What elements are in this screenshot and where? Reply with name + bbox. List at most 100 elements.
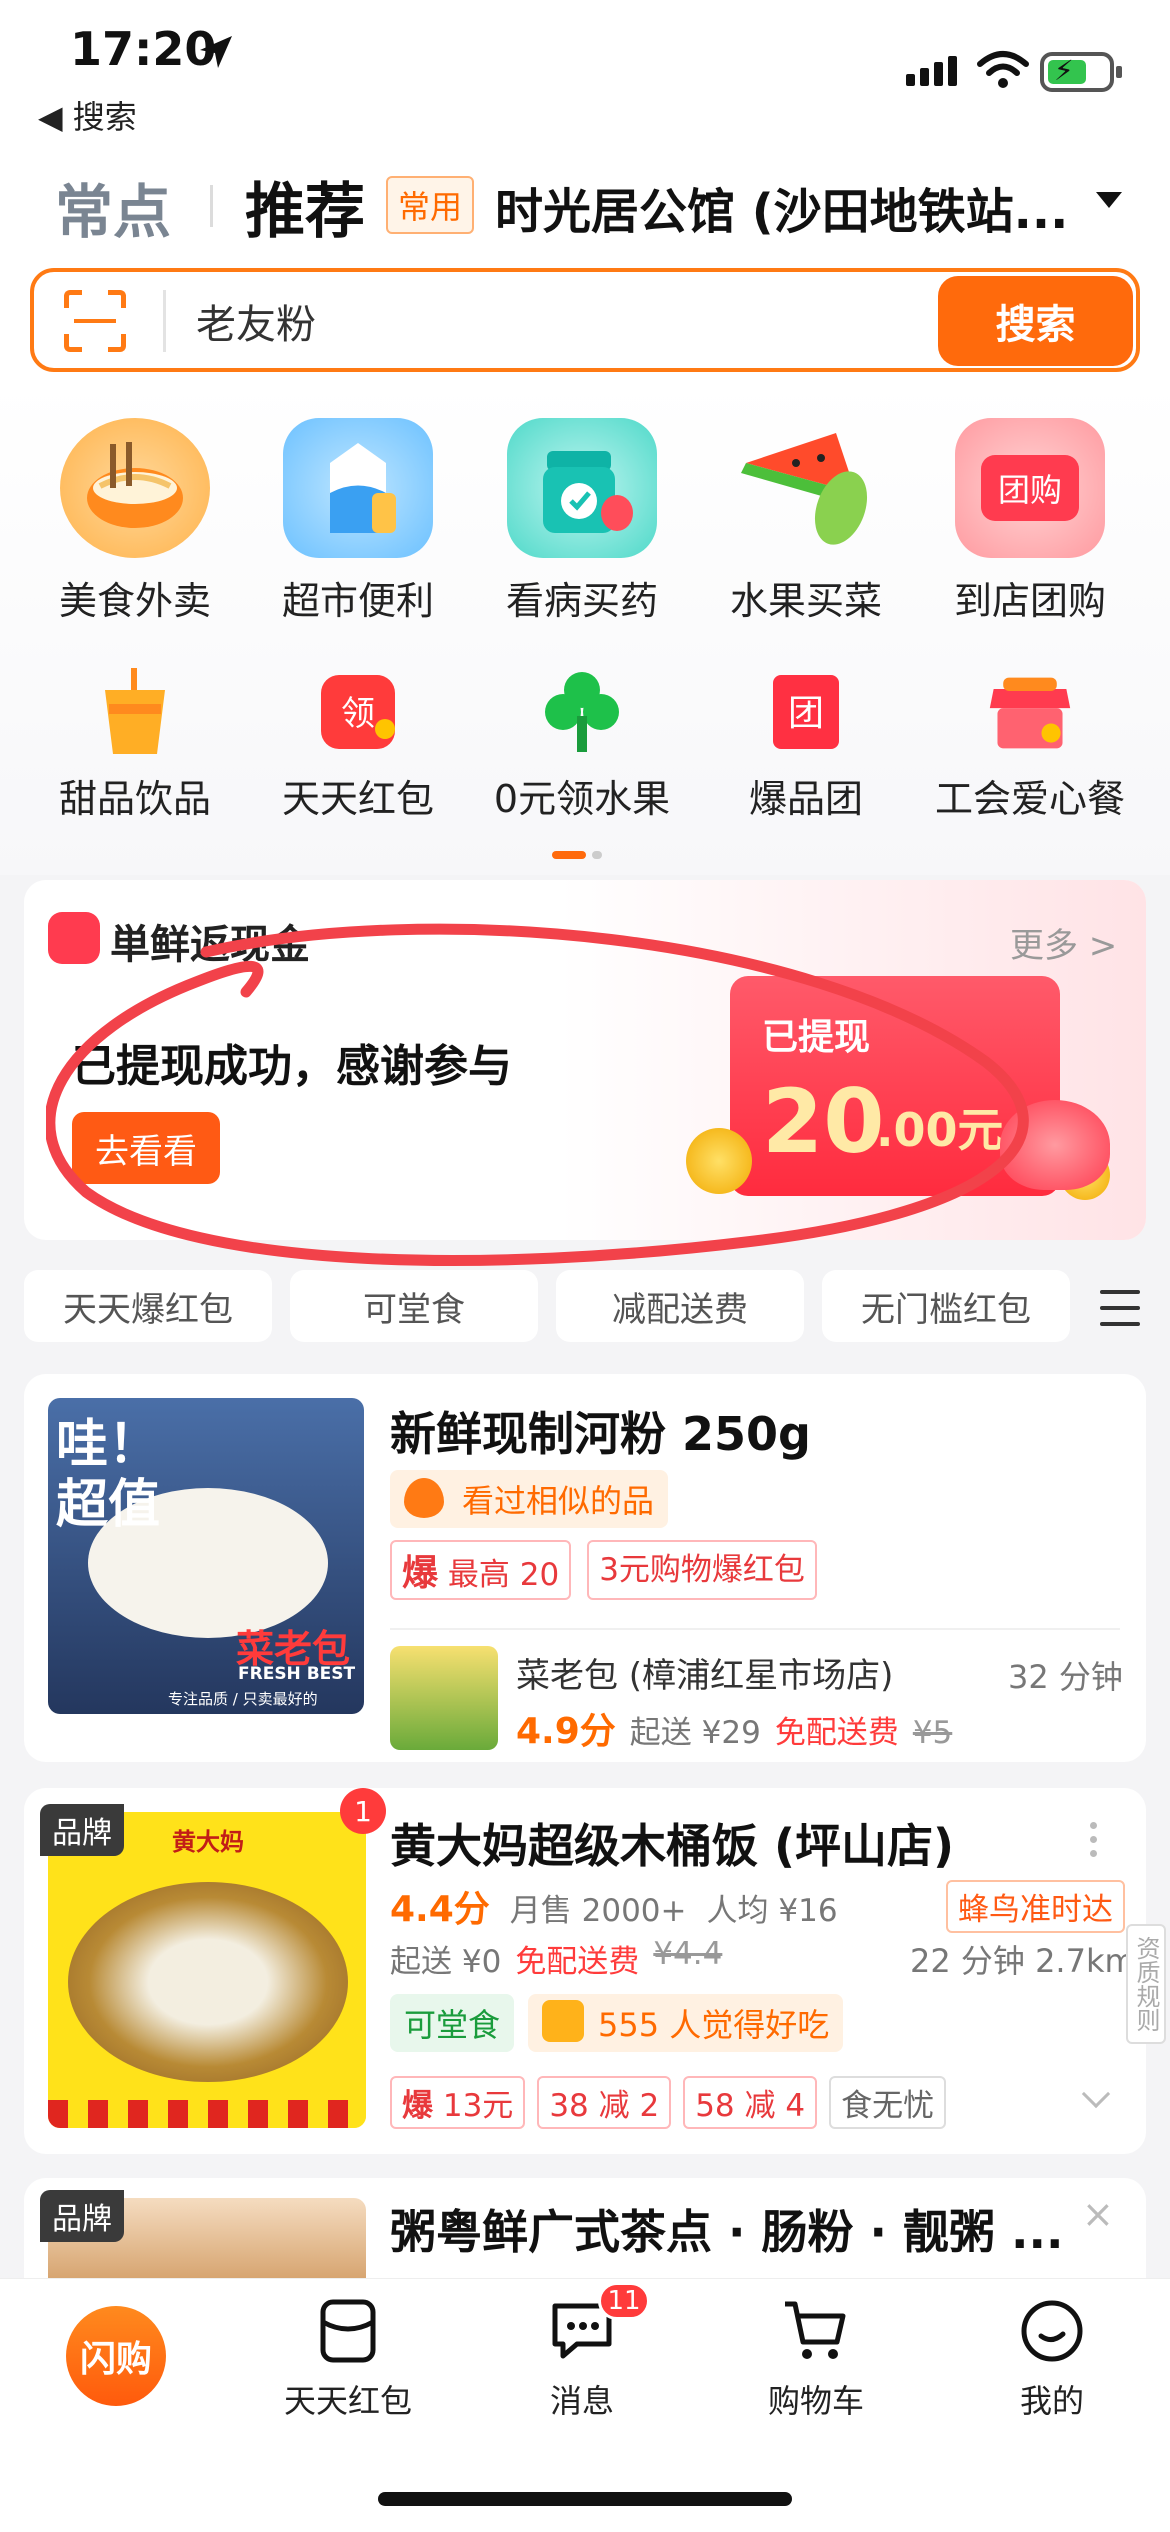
old-fee: ¥5 xyxy=(912,1715,953,1751)
delivery-address[interactable]: 时光居公馆 (沙田地铁站... xyxy=(495,172,1075,242)
chip[interactable]: 无门槛红包 xyxy=(822,1270,1070,1342)
category-union-meal[interactable]: 工会爱心餐 xyxy=(920,668,1140,823)
category-free-fruit[interactable]: 0元领水果 xyxy=(472,668,692,823)
category-group-buy[interactable]: 团购 到店团购 xyxy=(920,418,1140,625)
similar-text: 看过相似的品 xyxy=(462,1482,655,1520)
svg-text:团购: 团购 xyxy=(998,471,1062,509)
search-button[interactable]: 搜索 xyxy=(938,276,1133,366)
product-promos: 爆 最高 20 3元购物爆红包 xyxy=(390,1540,817,1600)
thumb-fresh: FRESH BEST xyxy=(238,1664,356,1684)
category-label: 超市便利 xyxy=(281,579,434,623)
nav-home[interactable]: 闪购 xyxy=(36,2296,196,2406)
category-label: 甜品饮品 xyxy=(58,777,211,821)
likes-badge: 555 人觉得好吃 xyxy=(528,1994,844,2052)
category-label: 美食外卖 xyxy=(58,579,211,623)
category-label: 水果买菜 xyxy=(729,579,882,623)
svg-text:团: 团 xyxy=(788,693,824,734)
category-fruit-vegetable[interactable]: 水果买菜 xyxy=(696,418,916,625)
store-logo xyxy=(390,1646,498,1750)
search-divider xyxy=(163,290,166,352)
category-hot-group[interactable]: 团 爆品团 xyxy=(696,668,916,823)
qualification-rules-tab[interactable]: 资质规则 xyxy=(1126,1924,1166,2044)
burst-tag: 爆 13元 xyxy=(390,2076,526,2129)
group-buy-ticket-icon: 团购 xyxy=(955,418,1105,558)
category-label: 天天红包 xyxy=(281,777,434,821)
restaurant-highlights: 可堂食 555 人觉得好吃 xyxy=(390,1994,844,2052)
promo-tag: 食无忧 xyxy=(829,2076,947,2129)
category-food-delivery[interactable]: 美食外卖 xyxy=(25,418,245,625)
chevron-down-icon[interactable] xyxy=(1096,192,1122,208)
annotation-circle xyxy=(46,923,1029,1266)
thumb-slogan: 专注品质 / 只卖最好的 xyxy=(168,1690,318,1708)
location-arrow-icon xyxy=(200,36,232,68)
more-vert-icon[interactable] xyxy=(1090,1822,1098,1857)
promo-tag: 58 减 4 xyxy=(683,2076,818,2129)
noodle-bowl-icon xyxy=(60,418,210,558)
free-delivery: 免配送费 xyxy=(515,1944,640,1980)
store-time: 32 分钟 xyxy=(1008,1658,1123,1696)
tab-common[interactable]: 常点 xyxy=(55,165,171,249)
burst-label: 爆 xyxy=(402,2088,433,2124)
store-meta: 4.9分 起送 ¥29 免配送费 ¥5 xyxy=(516,1702,952,1754)
category-label: 到店团购 xyxy=(953,579,1106,623)
scan-icon[interactable] xyxy=(64,290,126,352)
category-medicine[interactable]: 看病买药 xyxy=(472,418,692,625)
nav-label: 天天红包 xyxy=(283,2382,412,2420)
product-thumbnail: 哇！ 超值 菜老包 FRESH BEST 专注品质 / 只卖最好的 xyxy=(48,1398,364,1714)
card-divider xyxy=(390,1628,1120,1630)
tab-recommend[interactable]: 推荐 xyxy=(245,163,365,250)
drink-cup-icon xyxy=(91,668,179,756)
category-dessert-drinks[interactable]: 甜品饮品 xyxy=(25,668,245,823)
chip[interactable]: 可堂食 xyxy=(290,1270,538,1342)
nav-hongbao[interactable]: 天天红包 xyxy=(268,2296,428,2422)
burst-tag: 爆 最高 20 xyxy=(390,1540,572,1600)
restaurant-name: 粥粤鲜广式茶点 · 肠粉 · 靓粥 ... xyxy=(390,2205,1064,2259)
nav-me[interactable]: 我的 xyxy=(972,2296,1132,2422)
cart-icon xyxy=(785,2301,846,2359)
old-fee: ¥4.4 xyxy=(653,1936,723,1972)
category-label: 看病买药 xyxy=(505,579,658,623)
restaurant-name: 黄大妈超级木桶饭 (坪山店) xyxy=(390,1819,955,1873)
min-order: 起送 ¥29 xyxy=(629,1715,761,1751)
thumbs-up-icon xyxy=(542,2000,585,2042)
coupon-tag: 3元购物爆红包 xyxy=(587,1540,817,1600)
flame-icon xyxy=(404,1478,444,1518)
min-order: 起送 ¥0 xyxy=(390,1944,502,1980)
medicine-bottle-icon xyxy=(507,418,657,558)
close-icon[interactable]: × xyxy=(1082,2192,1114,2236)
nav-label: 我的 xyxy=(1019,2382,1084,2420)
svg-text:领: 领 xyxy=(341,694,375,734)
status-time: 17:20 xyxy=(70,22,217,76)
per-person: 人均 ¥16 xyxy=(706,1893,838,1929)
category-daily-hongbao[interactable]: 领 天天红包 xyxy=(248,668,468,823)
home-indicator xyxy=(378,2492,792,2506)
cellular-signal-icon xyxy=(906,56,962,86)
profile-icon xyxy=(1021,2300,1083,2362)
message-badge: 11 xyxy=(598,2282,650,2320)
brand-tag: 品牌 xyxy=(40,2190,124,2242)
thumb-logo: 黄大妈 xyxy=(172,1828,244,1856)
flash-buy-logo: 闪购 xyxy=(66,2306,166,2406)
tab-divider xyxy=(210,185,213,227)
burst-label: 爆 xyxy=(402,1553,439,1594)
similar-badge: 看过相似的品 xyxy=(390,1470,669,1528)
wifi-icon xyxy=(977,51,1029,88)
category-supermarket[interactable]: 超市便利 xyxy=(248,418,468,625)
nav-cart[interactable]: 购物车 xyxy=(736,2296,896,2422)
search-input[interactable]: 老友粉 xyxy=(196,292,316,350)
burst-amount: 13元 xyxy=(442,2088,514,2124)
restaurant-rating: 4.4分 xyxy=(390,1889,490,1930)
restaurant-promos: 爆 13元 38 减 2 58 减 4 食无忧 xyxy=(390,2076,947,2129)
milk-carton-icon xyxy=(283,418,433,558)
chip[interactable]: 天天爆红包 xyxy=(24,1270,272,1342)
brand-tag: 品牌 xyxy=(40,1804,124,1856)
nav-label: 消息 xyxy=(549,2382,614,2420)
store-name[interactable]: 菜老包 (樟浦红星市场店) xyxy=(516,1648,893,1697)
badge-count: 1 xyxy=(340,1788,386,1834)
chip[interactable]: 减配送费 xyxy=(556,1270,804,1342)
menu-icon[interactable] xyxy=(1100,1290,1140,1338)
back-to-search-link[interactable]: ◀ 搜索 xyxy=(38,92,137,138)
restaurant-fees: 起送 ¥0 免配送费 ¥4.4 xyxy=(390,1936,722,1981)
eta: 22 分钟 2.7km xyxy=(910,1942,1136,1980)
shop-icon xyxy=(986,668,1074,756)
